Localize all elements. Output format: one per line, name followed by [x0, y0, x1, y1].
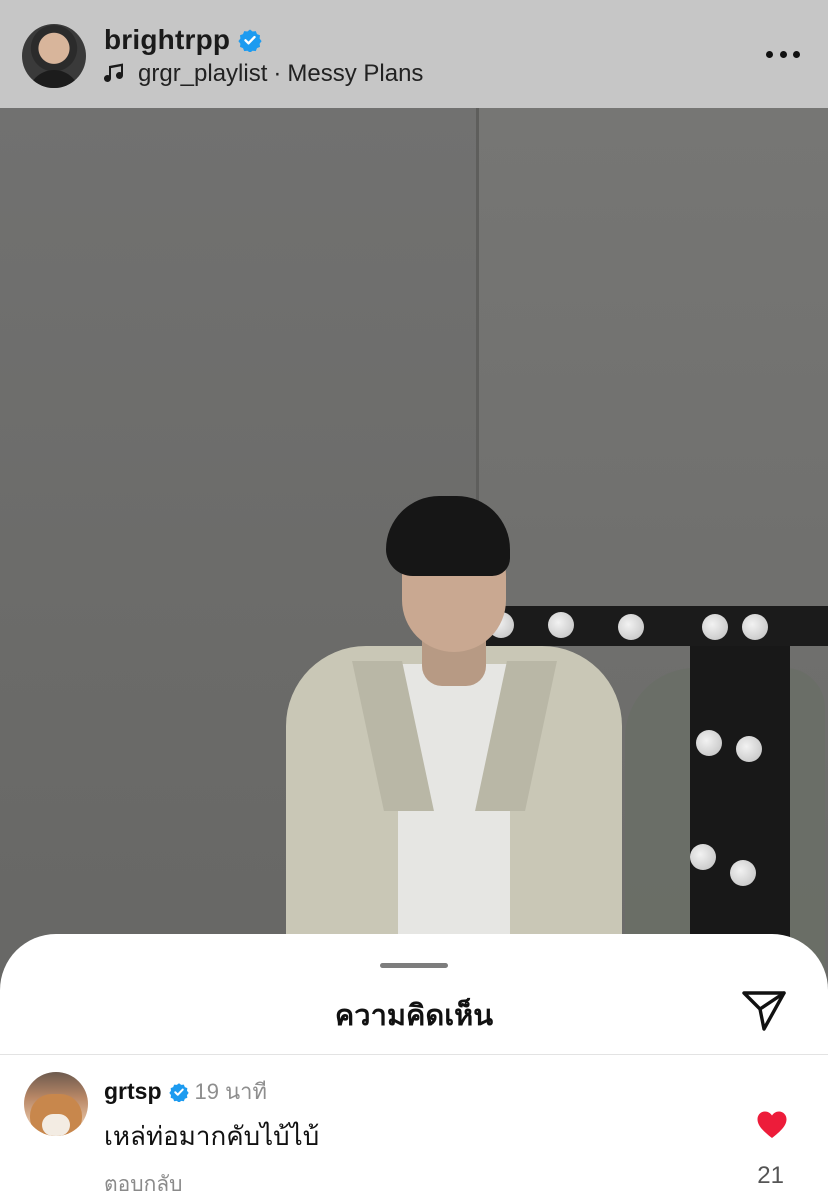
comment-text: เหล่ท่อมากคับไบ้ไบ้ — [104, 1121, 320, 1151]
sheet-drag-handle[interactable] — [380, 963, 448, 968]
commenter-avatar[interactable] — [24, 1072, 88, 1136]
music-note-icon — [104, 63, 123, 82]
sheet-divider — [0, 1054, 828, 1055]
comment-header: grtsp 19 นาที — [104, 1074, 267, 1109]
post-header: brightrpp grgr_playlist · Messy Plans — [0, 0, 828, 108]
commenter-username[interactable]: grtsp — [104, 1078, 162, 1105]
send-paper-plane-icon[interactable] — [740, 989, 788, 1033]
like-count: 21 — [757, 1162, 784, 1189]
more-options-icon[interactable] — [766, 44, 800, 64]
music-title: Messy Plans — [287, 60, 424, 87]
comments-sheet: ความคิดเห็น grtsp 19 นาที เหล่ท่อมากคับไ… — [0, 934, 828, 1200]
music-row[interactable]: grgr_playlist · Messy Plans — [104, 60, 423, 88]
verified-badge-icon — [238, 29, 262, 52]
author-row: brightrpp — [104, 24, 262, 56]
post-photo[interactable] — [0, 108, 828, 1008]
music-user: grgr_playlist — [138, 60, 268, 87]
author-avatar[interactable] — [22, 24, 86, 88]
music-separator: · — [273, 60, 282, 87]
heart-filled-icon[interactable] — [756, 1110, 788, 1140]
author-username[interactable]: brightrpp — [104, 24, 230, 56]
comment-time: 19 นาที — [194, 1079, 267, 1104]
verified-badge-icon — [168, 1082, 189, 1102]
reply-button[interactable]: ตอบกลับ — [104, 1168, 183, 1200]
comments-title: ความคิดเห็น — [334, 1000, 494, 1032]
person-figure — [286, 496, 622, 1008]
